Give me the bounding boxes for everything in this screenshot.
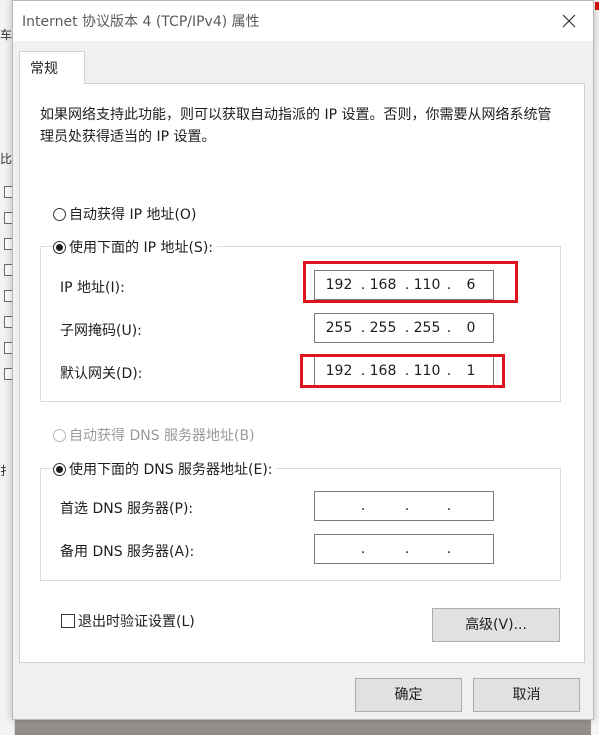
- preferred-dns-input[interactable]: . . .: [314, 491, 494, 521]
- background-red-mark: [595, 2, 599, 10]
- auto-dns-radio[interactable]: 自动获得 DNS 服务器地址(B): [53, 425, 259, 445]
- background-window-text: 比: [0, 152, 13, 166]
- tab-general-label: 常规: [30, 61, 58, 77]
- auto-ip-radio-button[interactable]: [53, 207, 66, 221]
- octet-separator: .: [404, 498, 410, 514]
- ip-octet: 255: [369, 320, 397, 336]
- cancel-button[interactable]: 取消: [473, 678, 580, 712]
- ipv4-properties-dialog: Internet 协议版本 4 (TCP/IPv4) 属性 常规 如果网络支持此…: [12, 0, 594, 720]
- alternate-dns-label: 备用 DNS 服务器(A):: [60, 544, 195, 560]
- default-gateway-highlight-box: [300, 354, 505, 388]
- ip-octet: 0: [466, 320, 476, 336]
- validate-on-exit-label: 退出时验证设置(L): [78, 614, 195, 630]
- default-gateway-label: 默认网关(D):: [60, 366, 143, 382]
- validate-on-exit-checkbox[interactable]: [61, 614, 75, 628]
- tab-general[interactable]: 常规: [19, 51, 85, 84]
- manual-dns-radio-button[interactable]: [53, 462, 66, 476]
- alternate-dns-input[interactable]: . . .: [314, 534, 494, 564]
- window-title: Internet 协议版本 4 (TCP/IPv4) 属性: [22, 14, 260, 30]
- ip-address-highlight-box: [303, 261, 518, 303]
- manual-ip-radio-label: 使用下面的 IP 地址(S):: [69, 240, 213, 256]
- background-window-text: 扌: [0, 464, 13, 478]
- dns-groupbox: [40, 468, 561, 581]
- ip-octet: 255: [413, 320, 441, 336]
- validate-on-exit-checkbox-row[interactable]: 退出时验证设置(L): [61, 611, 195, 631]
- auto-ip-radio[interactable]: 自动获得 IP 地址(O): [53, 204, 201, 224]
- title-bar[interactable]: Internet 协议版本 4 (TCP/IPv4) 属性: [13, 1, 593, 41]
- auto-dns-radio-label: 自动获得 DNS 服务器地址(B): [69, 428, 255, 444]
- close-button[interactable]: [553, 7, 585, 35]
- octet-separator: .: [360, 541, 366, 557]
- intro-text: 如果网络支持此功能，则可以获取自动指派的 IP 设置。否则，你需要从网络系统管理…: [40, 107, 552, 145]
- manual-dns-radio-label: 使用下面的 DNS 服务器地址(E):: [69, 462, 273, 478]
- general-tab-panel: 如果网络支持此功能，则可以获取自动指派的 IP 设置。否则，你需要从网络系统管理…: [19, 83, 585, 663]
- octet-separator: .: [446, 320, 452, 336]
- ip-address-label: IP 地址(I):: [60, 280, 125, 296]
- subnet-mask-label: 子网掩码(U):: [60, 323, 142, 339]
- manual-ip-radio-button[interactable]: [53, 240, 66, 254]
- background-window-text: 车: [0, 28, 13, 42]
- preferred-dns-label: 首选 DNS 服务器(P):: [60, 501, 194, 517]
- ok-button[interactable]: 确定: [355, 678, 462, 712]
- octet-separator: .: [360, 498, 366, 514]
- advanced-button[interactable]: 高级(V)...: [432, 608, 560, 642]
- subnet-mask-input[interactable]: 255 . 255 . 255 . 0: [314, 313, 494, 343]
- octet-separator: .: [446, 498, 452, 514]
- manual-dns-radio[interactable]: 使用下面的 DNS 服务器地址(E):: [53, 459, 277, 479]
- close-icon: [562, 14, 576, 28]
- auto-dns-radio-button[interactable]: [53, 428, 66, 442]
- manual-ip-radio[interactable]: 使用下面的 IP 地址(S):: [53, 237, 217, 257]
- octet-separator: .: [404, 541, 410, 557]
- octet-separator: .: [446, 541, 452, 557]
- ip-octet: 255: [325, 320, 353, 336]
- auto-ip-radio-label: 自动获得 IP 地址(O): [69, 207, 197, 223]
